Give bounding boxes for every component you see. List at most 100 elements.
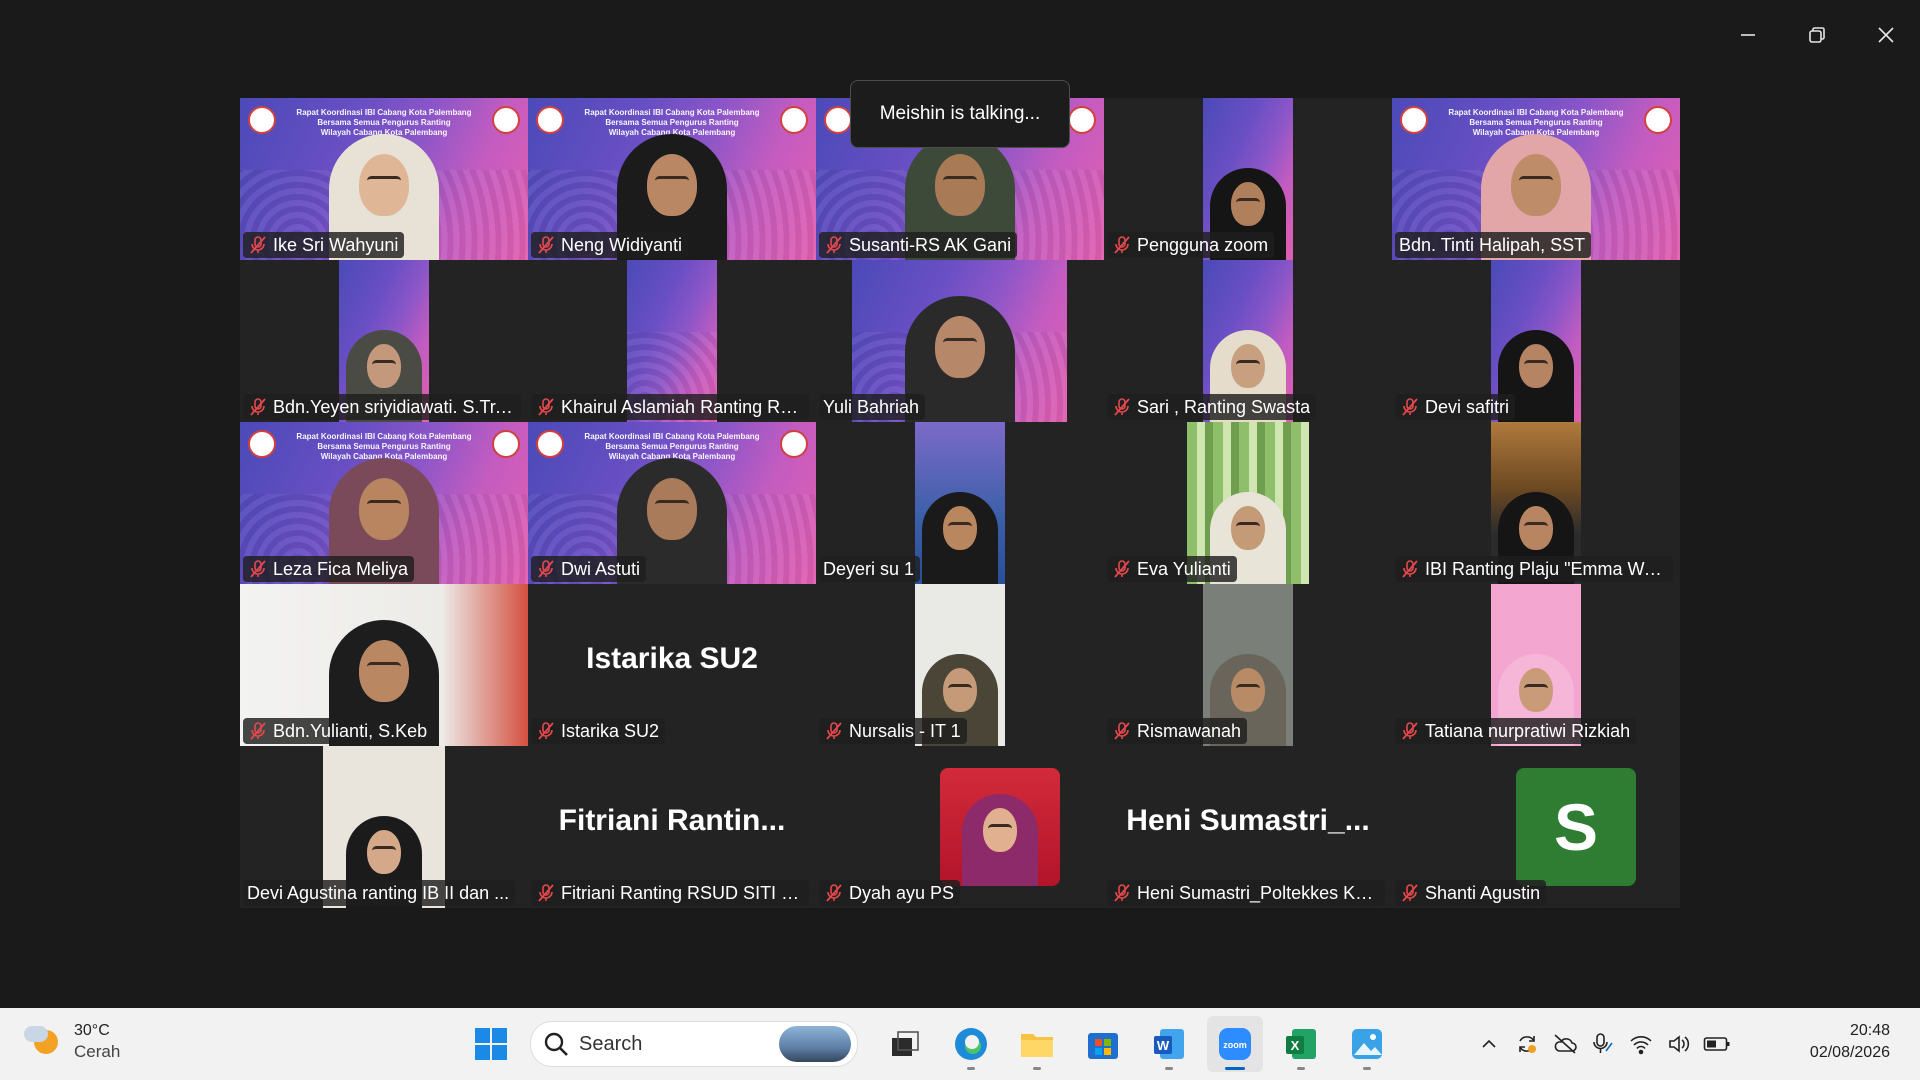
photos-app[interactable] bbox=[1339, 1016, 1395, 1072]
video-tile[interactable]: Fitriani Rantin... Fitriani Ranting RSUD… bbox=[528, 746, 816, 908]
close-icon bbox=[1877, 27, 1894, 43]
weather-condition: Cerah bbox=[74, 1042, 121, 1061]
mic-muted-icon bbox=[1402, 398, 1418, 416]
excel-icon: X bbox=[1286, 1029, 1316, 1059]
video-tile[interactable]: Bdn.Yulianti, S.Keb bbox=[240, 584, 528, 746]
video-tile[interactable]: Nursalis - IT 1 bbox=[816, 584, 1104, 746]
sync-tray-button[interactable] bbox=[1508, 1022, 1546, 1066]
video-tile[interactable]: Rapat Koordinasi IBI Cabang Kota Palemba… bbox=[1392, 98, 1680, 260]
participant-name-tag: Neng Widiyanti bbox=[531, 232, 689, 258]
mic-muted-icon bbox=[250, 398, 266, 416]
mic-muted-icon bbox=[1402, 560, 1418, 578]
participant-name-tag: Fitriani Ranting RSUD SITI F... bbox=[531, 880, 809, 906]
participant-name-tag: Khairul Aslamiah Ranting RS... bbox=[531, 394, 809, 420]
video-tile[interactable]: Pengguna zoom bbox=[1104, 98, 1392, 260]
clock-time: 20:48 bbox=[1849, 1022, 1890, 1039]
video-tile[interactable]: Dyah ayu PS bbox=[816, 746, 1104, 908]
video-tile[interactable]: Rapat Koordinasi IBI Cabang Kota Palemba… bbox=[528, 98, 816, 260]
taskbar: 30°C Cerah Search W zoom X 20:48 02/08/2… bbox=[0, 1008, 1920, 1080]
participant-display-name: Fitriani Rantin... bbox=[558, 804, 786, 837]
video-tile[interactable]: Eva Yulianti bbox=[1104, 422, 1392, 584]
task-view-button[interactable] bbox=[877, 1016, 933, 1072]
mic-muted-icon bbox=[250, 236, 266, 254]
battery-tray-button[interactable] bbox=[1698, 1022, 1736, 1066]
participant-name-tag: Pengguna zoom bbox=[1107, 232, 1275, 258]
excel-app[interactable]: X bbox=[1273, 1016, 1329, 1072]
taskbar-clock[interactable]: 20:48 02/08/2026 bbox=[1810, 1020, 1890, 1064]
sun-cloud-icon bbox=[22, 1022, 62, 1062]
participant-name-tag: Heni Sumastri_Poltekkes Ke... bbox=[1107, 880, 1385, 906]
edge-app[interactable] bbox=[943, 1016, 999, 1072]
file-explorer-app[interactable] bbox=[1009, 1016, 1065, 1072]
video-tile[interactable]: Tatiana nurpratiwi Rizkiah bbox=[1392, 584, 1680, 746]
restore-icon bbox=[1808, 27, 1825, 43]
window-controls bbox=[1713, 0, 1920, 70]
taskbar-search[interactable]: Search bbox=[530, 1021, 858, 1067]
participant-name-tag: Dyah ayu PS bbox=[819, 880, 961, 906]
word-icon: W bbox=[1154, 1029, 1184, 1059]
wifi-tray-button[interactable] bbox=[1622, 1022, 1660, 1066]
edge-icon bbox=[955, 1028, 987, 1060]
store-icon bbox=[1088, 1033, 1118, 1059]
mic-muted-icon bbox=[250, 722, 266, 740]
participant-display-name: Heni Sumastri_... bbox=[1126, 804, 1370, 837]
weather-widget[interactable]: 30°C Cerah bbox=[22, 1022, 120, 1062]
participant-name-tag: Ike Sri Wahyuni bbox=[243, 232, 405, 258]
talking-indicator: Meishin is talking... bbox=[850, 80, 1070, 148]
participant-name-tag: Rismawanah bbox=[1107, 718, 1248, 744]
system-tray bbox=[1470, 1022, 1736, 1066]
participant-name-tag: Bdn. Tinti Halipah, SST bbox=[1395, 232, 1592, 258]
video-tile[interactable]: Rismawanah bbox=[1104, 584, 1392, 746]
participant-name-tag: Dwi Astuti bbox=[531, 556, 647, 582]
search-highlight-image bbox=[779, 1026, 851, 1062]
participant-name-tag: Devi safitri bbox=[1395, 394, 1516, 420]
word-app[interactable]: W bbox=[1141, 1016, 1197, 1072]
volume-tray-button[interactable] bbox=[1660, 1022, 1698, 1066]
mic-muted-icon bbox=[1114, 722, 1130, 740]
restore-button[interactable] bbox=[1782, 0, 1851, 70]
video-tile[interactable]: IBI Ranting Plaju "Emma Wa... bbox=[1392, 422, 1680, 584]
video-tile[interactable]: Heni Sumastri_... Heni Sumastri_Poltekke… bbox=[1104, 746, 1392, 908]
start-button[interactable] bbox=[463, 1016, 519, 1072]
mic-muted-icon bbox=[538, 884, 554, 902]
participant-name-tag: Deyeri su 1 bbox=[819, 556, 921, 582]
video-tile[interactable]: Istarika SU2 Istarika SU2 bbox=[528, 584, 816, 746]
onedrive-tray-button[interactable] bbox=[1546, 1022, 1584, 1066]
close-button[interactable] bbox=[1851, 0, 1920, 70]
microsoft-store-app[interactable] bbox=[1075, 1016, 1131, 1072]
participant-name-tag: Nursalis - IT 1 bbox=[819, 718, 967, 744]
profile-photo bbox=[940, 768, 1060, 886]
video-tile[interactable]: Khairul Aslamiah Ranting RS... bbox=[528, 260, 816, 422]
mic-muted-icon bbox=[250, 560, 266, 578]
video-tile[interactable]: Sari , Ranting Swasta bbox=[1104, 260, 1392, 422]
wifi-icon bbox=[1630, 1036, 1652, 1055]
participant-name-tag: Shanti Agustin bbox=[1395, 880, 1547, 906]
participant-video bbox=[915, 422, 1005, 584]
clock-date: 02/08/2026 bbox=[1809, 1044, 1890, 1061]
battery-icon bbox=[1703, 1037, 1730, 1051]
video-tile[interactable]: S Shanti Agustin bbox=[1392, 746, 1680, 908]
video-tile[interactable]: Deyeri su 1 bbox=[816, 422, 1104, 584]
video-tile[interactable]: Devi safitri bbox=[1392, 260, 1680, 422]
mic-muted-icon bbox=[1114, 236, 1130, 254]
zoom-icon: zoom bbox=[1219, 1028, 1251, 1060]
task-view-icon bbox=[892, 1031, 919, 1056]
mic-muted-icon bbox=[538, 236, 554, 254]
microphone-tray-button[interactable] bbox=[1584, 1022, 1622, 1066]
video-tile[interactable]: Rapat Koordinasi IBI Cabang Kota Palemba… bbox=[528, 422, 816, 584]
video-tile[interactable]: Devi Agustina ranting IB II dan ... bbox=[240, 746, 528, 908]
show-hidden-icons-button[interactable] bbox=[1470, 1022, 1508, 1066]
zoom-app[interactable]: zoom bbox=[1207, 1016, 1263, 1072]
search-icon bbox=[544, 1032, 568, 1056]
participant-name-tag: Bdn.Yeyen sriyidiawati. S.Tr.K... bbox=[243, 394, 521, 420]
participant-display-name: Istarika SU2 bbox=[586, 642, 758, 675]
mic-muted-icon bbox=[1402, 722, 1418, 740]
video-tile[interactable]: Rapat Koordinasi IBI Cabang Kota Palemba… bbox=[240, 422, 528, 584]
mic-muted-icon bbox=[538, 722, 554, 740]
video-tile[interactable]: Bdn.Yeyen sriyidiawati. S.Tr.K... bbox=[240, 260, 528, 422]
video-tile[interactable]: Yuli Bahriah bbox=[816, 260, 1104, 422]
video-tile[interactable]: Rapat Koordinasi IBI Cabang Kota Palemba… bbox=[240, 98, 528, 260]
folder-icon bbox=[1021, 1034, 1053, 1057]
minimize-button[interactable] bbox=[1713, 0, 1782, 70]
mic-muted-icon bbox=[538, 398, 554, 416]
